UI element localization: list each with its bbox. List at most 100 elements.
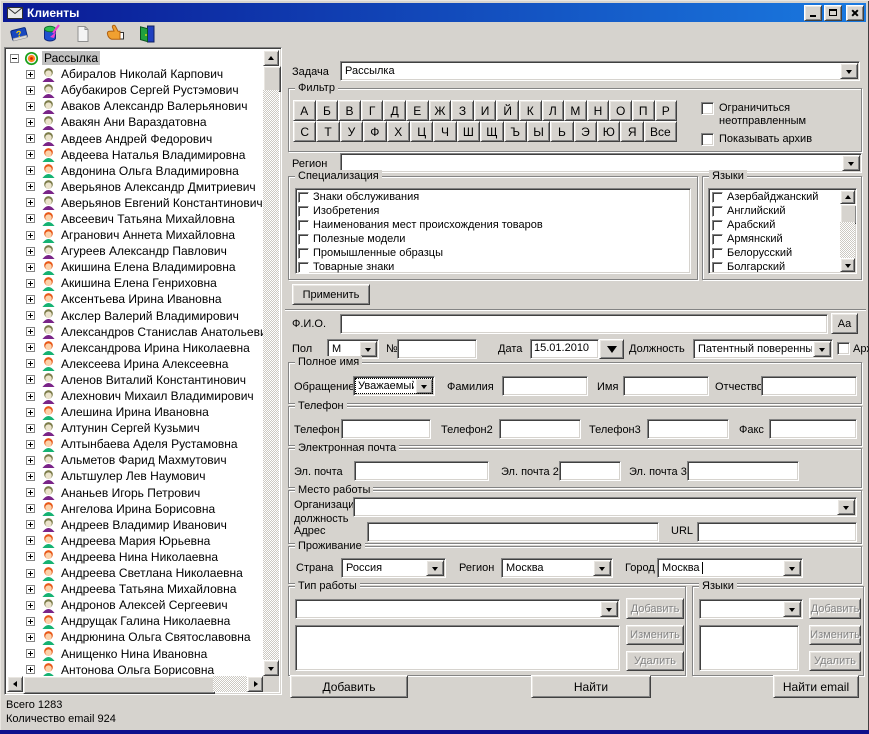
expand-plus-icon[interactable] bbox=[26, 600, 35, 610]
letter-filter-button[interactable]: Д bbox=[383, 100, 406, 121]
date-dropdown-button[interactable] bbox=[599, 339, 624, 359]
tree-item[interactable]: Агуреев Александр Павлович bbox=[7, 243, 263, 259]
expand-plus-icon[interactable] bbox=[26, 69, 35, 79]
tree-item[interactable]: Алешина Ирина Ивановна bbox=[7, 404, 263, 420]
archive-checkbox[interactable] bbox=[837, 342, 850, 355]
letter-filter-button[interactable]: В bbox=[338, 100, 361, 121]
letter-filter-button[interactable]: М bbox=[564, 100, 587, 121]
expand-plus-icon[interactable] bbox=[26, 391, 35, 401]
work-type-list[interactable] bbox=[295, 625, 620, 671]
find-button[interactable]: Найти bbox=[531, 675, 651, 698]
work-type-select[interactable] bbox=[295, 599, 620, 619]
language-option[interactable]: Английский bbox=[710, 204, 840, 218]
expand-plus-icon[interactable] bbox=[26, 359, 35, 369]
letter-filter-button[interactable]: Г bbox=[360, 100, 384, 121]
email1-input[interactable] bbox=[354, 461, 489, 481]
letter-filter-button[interactable]: Р bbox=[654, 100, 678, 121]
letter-filter-button[interactable]: П bbox=[631, 100, 655, 121]
dropdown-arrow-icon[interactable] bbox=[359, 341, 377, 357]
expand-plus-icon[interactable] bbox=[26, 471, 35, 481]
scroll-left-button[interactable] bbox=[7, 676, 23, 692]
letter-filter-button[interactable]: Э bbox=[573, 121, 598, 142]
tree-item[interactable]: Аваков Александр Валерьянович bbox=[7, 98, 263, 114]
expand-plus-icon[interactable] bbox=[26, 552, 35, 562]
letter-filter-button[interactable]: Щ bbox=[480, 121, 504, 142]
letter-filter-button[interactable]: Л bbox=[541, 100, 565, 121]
limit-unsent-option[interactable]: Ограничиться неотправленным bbox=[701, 102, 856, 128]
tree-item[interactable]: Александров Станислав Анатольевич bbox=[7, 324, 263, 340]
new-document-icon[interactable] bbox=[71, 23, 95, 45]
horizontal-scroll-track[interactable] bbox=[213, 676, 247, 692]
tree-item[interactable]: Аленов Виталий Константинович bbox=[7, 372, 263, 388]
tree-item[interactable]: Алексеева Ирина Алексеевна bbox=[7, 356, 263, 372]
tree-item[interactable]: Алтунин Сергей Кузьмич bbox=[7, 420, 263, 436]
expand-plus-icon[interactable] bbox=[26, 85, 35, 95]
hand-icon[interactable] bbox=[103, 23, 127, 45]
letter-filter-button[interactable]: З bbox=[451, 100, 474, 121]
expand-plus-icon[interactable] bbox=[26, 423, 35, 433]
expand-plus-icon[interactable] bbox=[26, 584, 35, 594]
expand-plus-icon[interactable] bbox=[26, 166, 35, 176]
surname-input[interactable] bbox=[502, 376, 588, 396]
dropdown-arrow-icon[interactable] bbox=[813, 341, 831, 357]
specialization-checkbox[interactable] bbox=[298, 233, 309, 245]
expand-plus-icon[interactable] bbox=[26, 246, 35, 256]
tree-item[interactable]: Авдонина Ольга Владимировна bbox=[7, 163, 263, 179]
language-checkbox[interactable] bbox=[712, 205, 723, 217]
expand-plus-icon[interactable] bbox=[26, 182, 35, 192]
patronymic-input[interactable] bbox=[761, 376, 857, 396]
number-input[interactable] bbox=[397, 339, 477, 359]
tree-item[interactable]: Андронов Алексей Сергеевич bbox=[7, 597, 263, 613]
tree-item[interactable]: Авдеев Андрей Федорович bbox=[7, 130, 263, 147]
case-toggle-button[interactable]: Аа bbox=[831, 313, 858, 334]
vertical-scroll-track[interactable] bbox=[840, 222, 855, 258]
specialization-checkbox[interactable] bbox=[298, 219, 309, 231]
expand-plus-icon[interactable] bbox=[26, 455, 35, 465]
language-checkbox[interactable] bbox=[712, 191, 723, 203]
tree-item[interactable]: Авсеевич Татьяна Михайловна bbox=[7, 211, 263, 227]
letter-filter-button[interactable]: Т bbox=[316, 121, 340, 142]
expand-plus-icon[interactable] bbox=[26, 117, 35, 127]
expand-plus-icon[interactable] bbox=[26, 665, 35, 675]
language-option[interactable]: Арабский bbox=[710, 218, 840, 232]
expand-plus-icon[interactable] bbox=[26, 278, 35, 288]
specialization-option[interactable]: Промышленные образцы bbox=[296, 246, 690, 260]
tree-item[interactable]: Алтынбаева Аделя Рустамовна bbox=[7, 436, 263, 452]
tree-item[interactable]: Акслер Валерий Владимирович bbox=[7, 308, 263, 324]
expand-plus-icon[interactable] bbox=[26, 504, 35, 514]
date-input[interactable]: 15.01.2010 bbox=[530, 339, 599, 359]
minimize-button[interactable] bbox=[804, 4, 822, 21]
language-option[interactable]: Белорусский bbox=[710, 246, 840, 260]
horizontal-scroll-thumb[interactable] bbox=[23, 676, 215, 694]
specialization-list[interactable]: Знаки обслуживания Изобретения Наименова… bbox=[295, 188, 691, 274]
expand-plus-icon[interactable] bbox=[26, 375, 35, 385]
expand-plus-icon[interactable] bbox=[26, 488, 35, 498]
letter-filter-button[interactable]: Я bbox=[620, 121, 644, 142]
expand-plus-icon[interactable] bbox=[26, 230, 35, 240]
expand-plus-icon[interactable] bbox=[26, 343, 35, 353]
tree-item[interactable]: Андреева Нина Николаевна bbox=[7, 549, 263, 565]
tree-item[interactable]: Александрова Ирина Николаевна bbox=[7, 340, 263, 356]
dropdown-arrow-icon[interactable] bbox=[600, 601, 618, 617]
close-button[interactable] bbox=[846, 4, 864, 21]
phone3-input[interactable] bbox=[647, 419, 729, 439]
firstname-input[interactable] bbox=[623, 376, 709, 396]
expand-plus-icon[interactable] bbox=[26, 536, 35, 546]
dropdown-arrow-icon[interactable] bbox=[593, 560, 611, 576]
scroll-down-button[interactable] bbox=[840, 258, 855, 272]
tree-item[interactable]: Агранович Аннета Михайловна bbox=[7, 227, 263, 243]
tree-root-item[interactable]: Рассылка bbox=[7, 50, 263, 66]
expand-plus-icon[interactable] bbox=[26, 568, 35, 578]
tree-item[interactable]: Аверьянов Евгений Константинович bbox=[7, 195, 263, 211]
tree-item[interactable]: Андрущак Галина Николаевна bbox=[7, 613, 263, 629]
dropdown-arrow-icon[interactable] bbox=[426, 560, 444, 576]
letter-filter-button[interactable]: Б bbox=[315, 100, 339, 121]
expand-plus-icon[interactable] bbox=[26, 616, 35, 626]
exit-door-icon[interactable] bbox=[135, 23, 159, 45]
region-filter-select[interactable] bbox=[340, 153, 862, 173]
client-language-select[interactable] bbox=[699, 599, 803, 619]
url-input[interactable] bbox=[697, 522, 857, 542]
region-select[interactable]: Москва bbox=[501, 558, 613, 578]
tree-item[interactable]: Андрюнина Ольга Святославовна bbox=[7, 629, 263, 645]
tree-item[interactable]: Альтшулер Лев Наумович bbox=[7, 468, 263, 484]
